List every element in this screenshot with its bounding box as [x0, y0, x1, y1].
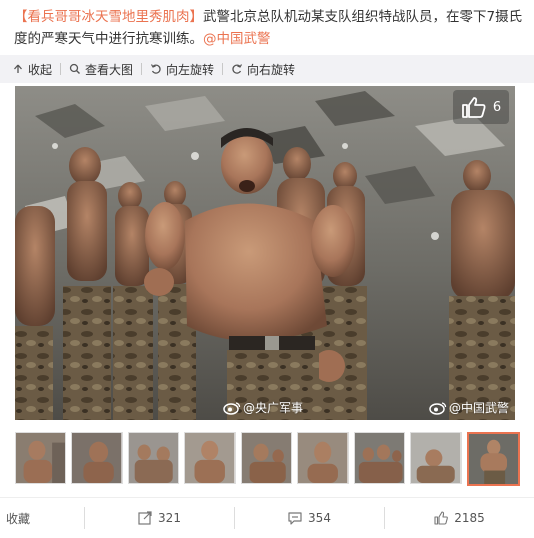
- image-toolbar: 收起 查看大图 向左旋转 向右旋转: [0, 55, 534, 83]
- comment-button[interactable]: 354: [234, 507, 384, 529]
- photo-like-badge[interactable]: 6: [453, 90, 509, 124]
- repost-icon: [138, 511, 152, 525]
- weibo-logo-icon: [223, 401, 241, 415]
- weibo-logo-icon: [429, 401, 447, 415]
- collapse-label: 收起: [28, 62, 53, 77]
- thumbnail-strip: [15, 432, 520, 486]
- collapse-button[interactable]: 收起: [12, 61, 52, 78]
- action-bar: 收藏 321 354 2185: [0, 497, 534, 538]
- collapse-arrow-icon: [14, 64, 22, 73]
- thumbs-up-icon: [434, 511, 449, 525]
- thumbnail-image: [241, 433, 292, 483]
- thumbnail-image: [16, 433, 66, 483]
- training-scene-image: [15, 86, 515, 420]
- thumbnail-image: [128, 433, 179, 483]
- toolbar-divider: [60, 63, 62, 75]
- rotate-right-label: 向右旋转: [247, 62, 296, 77]
- thumbnail-9-active[interactable]: [466, 432, 520, 486]
- view-large-label: 查看大图: [85, 62, 134, 77]
- like-button[interactable]: 2185: [384, 507, 534, 529]
- view-large-button[interactable]: 查看大图: [69, 61, 133, 78]
- like-count: 2185: [454, 511, 485, 525]
- toolbar-divider: [222, 63, 224, 75]
- mention-link[interactable]: @中国武警: [203, 31, 271, 47]
- thumbnail-image: [298, 433, 348, 483]
- thumbnail-image: [354, 433, 405, 483]
- thumbnail-3[interactable]: [127, 432, 180, 484]
- thumbnail-image: [411, 433, 461, 483]
- thumbnail-4[interactable]: [184, 432, 236, 484]
- thumbnail-5[interactable]: [240, 432, 293, 484]
- post-text: 【看兵哥哥冰天雪地里秀肌肉】武警北京总队机动某支队组织特战队员，在零下7摄氏度的…: [14, 6, 526, 50]
- thumbs-up-icon: [461, 97, 486, 118]
- post-topic-tag[interactable]: 【看兵哥哥冰天雪地里秀肌肉】: [14, 9, 203, 25]
- main-photo[interactable]: 6 @央广军事 @中国武警: [15, 86, 515, 420]
- comment-icon: [288, 512, 302, 525]
- thumbnail-6[interactable]: [297, 432, 349, 484]
- watermark-right-text: @中国武警: [449, 401, 510, 415]
- watermark-left: @央广军事: [223, 399, 303, 416]
- rotate-left-button[interactable]: 向左旋转: [150, 61, 214, 78]
- favorite-button[interactable]: 收藏: [0, 507, 84, 529]
- thumbnail-8[interactable]: [410, 432, 462, 484]
- thumbnail-7[interactable]: [353, 432, 406, 484]
- toolbar-divider: [141, 63, 143, 75]
- thumbnail-2[interactable]: [71, 432, 123, 484]
- rotate-left-icon: [151, 64, 161, 74]
- thumbnail-image: [468, 434, 518, 484]
- magnifier-icon: [69, 63, 81, 74]
- watermark-left-text: @央广军事: [243, 401, 304, 415]
- thumbnail-1[interactable]: [15, 432, 67, 484]
- favorite-label: 收藏: [6, 511, 31, 526]
- watermark-right: @中国武警: [429, 399, 509, 416]
- comment-count: 354: [308, 511, 331, 525]
- repost-count: 321: [158, 511, 181, 525]
- rotate-right-icon: [232, 64, 243, 74]
- thumbnail-image: [185, 433, 235, 483]
- photo-like-count: 6: [492, 99, 502, 115]
- rotate-left-label: 向左旋转: [166, 62, 215, 77]
- rotate-right-button[interactable]: 向右旋转: [231, 61, 295, 78]
- repost-button[interactable]: 321: [84, 507, 234, 529]
- thumbnail-image: [72, 433, 122, 483]
